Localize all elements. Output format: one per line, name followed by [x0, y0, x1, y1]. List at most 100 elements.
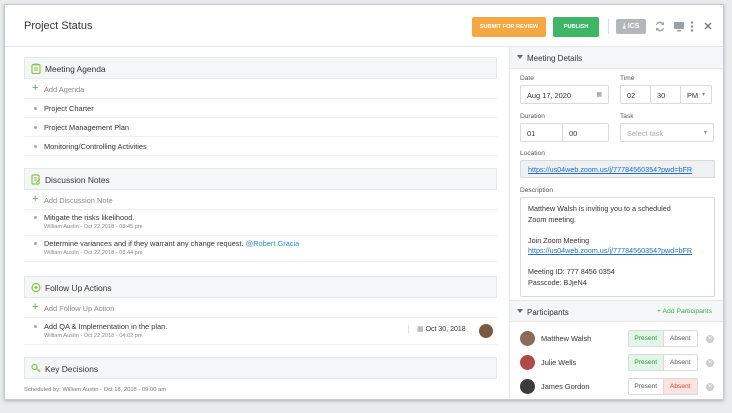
date-input[interactable]: Aug 17, 2020 ▦ [520, 85, 609, 104]
remove-icon[interactable]: ✕ [706, 335, 714, 343]
add-followup-label: Add Follow Up Action [44, 304, 115, 313]
left-panel: Meeting Agenda + Add Agenda Project Char… [5, 47, 508, 399]
plus-icon: + [32, 193, 39, 205]
agenda-title: Meeting Agenda [45, 64, 106, 74]
note-text: Mitigate the risks likelihood. [44, 213, 135, 222]
present-option[interactable]: Present [629, 379, 663, 394]
participant-name: James Gordon [541, 382, 590, 391]
task-select[interactable]: Select task ▾ [620, 123, 714, 142]
agenda-section-header[interactable]: Meeting Agenda [24, 57, 497, 79]
time-label: Time [620, 75, 635, 82]
due-date[interactable]: ▦ Oct 30, 2018 [408, 325, 466, 333]
followup-meta: William Austin - Oct 22,2018 - 04:02 pm [44, 333, 143, 339]
discussion-note[interactable]: Mitigate the risks likelihood. William A… [24, 210, 497, 236]
add-follow-up-action-button[interactable]: + Add Follow Up Action [24, 299, 497, 318]
participant-row: Matthew Walsh Present Absent ✕ [510, 327, 723, 351]
followup-title: Follow Up Actions [45, 283, 112, 293]
publish-button[interactable]: PUBLISH [553, 17, 599, 37]
decisions-title: Key Decisions [45, 364, 99, 374]
chevron-down-icon: ▾ [701, 92, 705, 98]
agenda-item[interactable]: Monitoring/Controlling Activities [24, 137, 497, 156]
agenda-item-text: Project Charter [44, 104, 94, 113]
description-line: Matthew Walsh is inviting you to a sched… [528, 204, 671, 213]
description-line: Zoom meeting. [528, 214, 576, 224]
note-edit-icon [31, 174, 41, 185]
description-label: Description [520, 187, 553, 194]
present-option[interactable]: Present [629, 331, 663, 346]
calendar-icon: ▦ [596, 92, 602, 98]
meeting-details-title: Meeting Details [527, 54, 583, 63]
followup-text: Add QA & Implementation in the plan. [44, 322, 168, 331]
attendance-toggle[interactable]: Present Absent [628, 330, 698, 347]
add-participants-button[interactable]: + Add Participants [657, 308, 712, 315]
sync-icon[interactable] [653, 19, 667, 34]
assignee-avatar[interactable] [479, 324, 493, 338]
submit-for-review-button[interactable]: SUBMIT FOR REVIEW [472, 17, 546, 37]
avatar [520, 331, 535, 346]
bullet-icon [34, 242, 37, 245]
attendance-toggle[interactable]: Present Absent [628, 378, 698, 395]
user-mention[interactable]: @Robert Gracia [246, 239, 300, 248]
meeting-details-header[interactable]: Meeting Details [510, 47, 723, 69]
decisions-section-header[interactable]: Key Decisions [24, 357, 497, 379]
close-icon[interactable] [701, 19, 715, 34]
description-line: Meeting ID: 777 8456 0354 [528, 267, 615, 276]
absent-option[interactable]: Absent [662, 331, 698, 346]
description-line: Join Zoom Meeting [528, 235, 590, 245]
description-line: Passcode: BJjeN4 [528, 277, 587, 287]
location-label: Location [520, 150, 545, 157]
date-value: Aug 17, 2020 [527, 91, 571, 100]
add-note-label: Add Discussion Note [44, 196, 113, 205]
participants-header[interactable]: Participants + Add Participants [510, 300, 723, 322]
zoom-link[interactable]: https://us04web.zoom.us/j/77784560354?pw… [528, 246, 707, 257]
calendar-icon: ▦ [417, 326, 424, 333]
time-minute-input[interactable]: 30 [650, 85, 681, 104]
description-textarea[interactable]: Matthew Walsh is inviting you to a sched… [520, 197, 715, 297]
absent-option[interactable]: Absent [662, 379, 697, 394]
collapse-icon [517, 55, 523, 59]
plus-icon: + [32, 301, 39, 313]
right-panel: Meeting Details Date Aug 17, 2020 ▦ Time… [509, 47, 723, 399]
task-label: Task [620, 113, 634, 120]
follow-up-item[interactable]: Add QA & Implementation in the plan. Wil… [24, 319, 497, 345]
participant-row: James Gordon Present Absent ✕ [510, 375, 723, 399]
location-link[interactable]: https://us04web.zoom.us/j/77784560354?pw… [520, 160, 715, 178]
add-discussion-note-button[interactable]: + Add Discussion Note [24, 191, 497, 210]
notes-title: Discussion Notes [45, 175, 110, 185]
avatar [520, 379, 535, 394]
time-hour-input[interactable]: 02 [620, 85, 651, 104]
ampm-value: PM [687, 91, 699, 100]
followup-section-header[interactable]: Follow Up Actions [24, 276, 497, 298]
attendance-toggle[interactable]: Present Absent [628, 354, 698, 371]
agenda-item[interactable]: Project Charter [24, 99, 497, 118]
present-option[interactable]: Present [629, 355, 663, 370]
plus-icon: + [32, 82, 39, 94]
remove-icon[interactable]: ✕ [706, 383, 714, 391]
duration-minutes-input[interactable]: 00 [562, 123, 609, 142]
avatar [520, 355, 535, 370]
remove-icon[interactable]: ✕ [706, 359, 714, 367]
agenda-item[interactable]: Project Management Plan [24, 118, 497, 137]
note-meta: William Austin - Oct 22,2018 - 03:45 pm [44, 224, 143, 230]
add-agenda-button[interactable]: + Add Agenda [24, 80, 497, 99]
present-screen-icon[interactable] [672, 19, 686, 34]
page-title: Project Status [24, 20, 93, 32]
bullet-icon [34, 126, 37, 129]
due-date-text: Oct 30, 2018 [425, 326, 466, 333]
bullet-icon [34, 107, 37, 110]
duration-hours-input[interactable]: 01 [520, 123, 563, 142]
participant-name: Matthew Walsh [541, 334, 592, 343]
discussion-note[interactable]: Determine variances and if they warrant … [24, 236, 497, 262]
participants-title: Participants [527, 308, 569, 317]
absent-option[interactable]: Absent [662, 355, 698, 370]
header-divider [608, 19, 609, 34]
time-ampm-select[interactable]: PM ▾ [680, 85, 712, 104]
bullet-icon [34, 145, 37, 148]
participant-name: Julie Wells [541, 358, 577, 367]
ics-download-button[interactable]: ⤓ ICS [616, 19, 646, 34]
notes-section-header[interactable]: Discussion Notes [24, 168, 497, 190]
collapse-icon [517, 309, 523, 313]
chevron-down-icon: ▾ [703, 130, 707, 136]
more-options-icon[interactable] [689, 19, 695, 34]
bullet-icon [34, 325, 37, 328]
